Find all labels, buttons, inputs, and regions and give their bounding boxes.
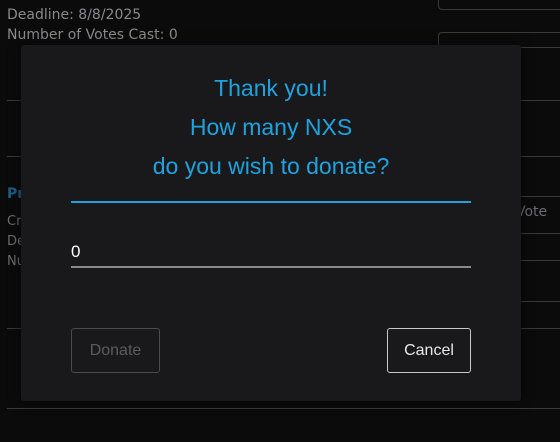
divider (521, 100, 560, 101)
donate-dialog: Thank you! How many NXS do you wish to d… (21, 45, 521, 401)
divider (521, 328, 560, 329)
dialog-title-line: How many NXS (189, 114, 353, 140)
cancel-button[interactable]: Cancel (387, 328, 471, 373)
bg-row-label: Cr (7, 214, 22, 229)
donation-amount-input[interactable] (71, 238, 471, 268)
title-divider (71, 201, 471, 203)
proposal-deadline: Deadline: 8/8/2025 (7, 7, 142, 23)
dialog-title-line: Thank you! (214, 75, 328, 101)
divider (7, 408, 560, 409)
bg-field (438, 0, 560, 10)
dialog-title: Thank you! How many NXS do you wish to d… (21, 69, 521, 186)
donate-button[interactable]: Donate (71, 328, 160, 373)
proposal-votes-cast: Number of Votes Cast: 0 (7, 27, 178, 43)
dialog-title-line: do you wish to donate? (152, 153, 390, 179)
page: Deadline: 8/8/2025 Number of Votes Cast:… (0, 0, 560, 442)
